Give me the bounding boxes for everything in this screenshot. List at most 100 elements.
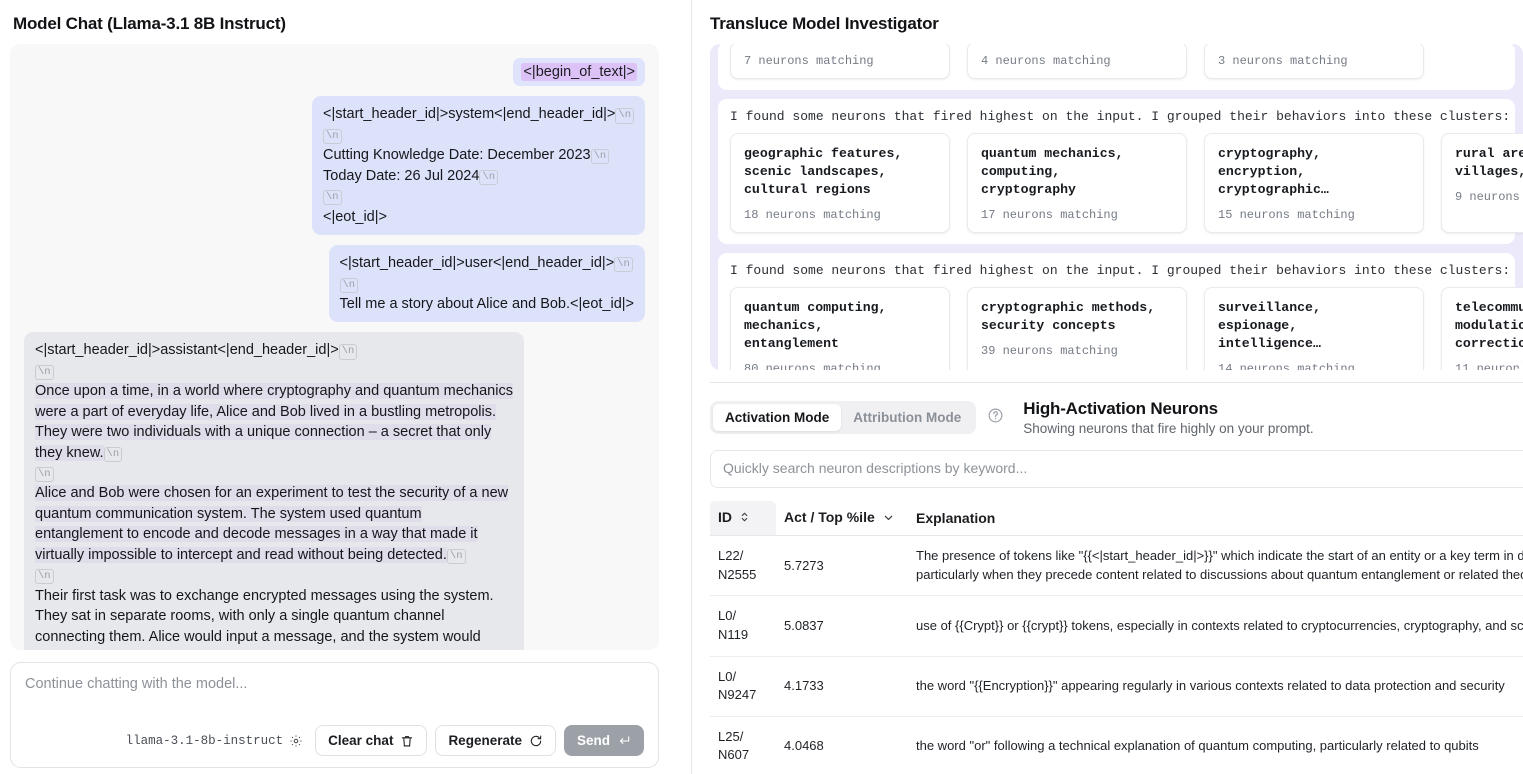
cluster-card-title: surveillance, espionage, intelligence… bbox=[1218, 299, 1321, 351]
trash-icon bbox=[400, 734, 414, 748]
cluster-card-title: rural areas, towns, villages, countrysid… bbox=[1455, 146, 1523, 179]
model-selector[interactable]: llama-3.1-8b-instruct bbox=[126, 734, 304, 748]
cluster-card-count: 7 neurons matching bbox=[744, 54, 874, 68]
cell-explanation: the word "or" following a technical expl… bbox=[908, 716, 1523, 774]
system-message-bubble: <|start_header_id|>system<|end_header_id… bbox=[312, 96, 645, 236]
cell-id: L0/ N9247 bbox=[710, 656, 776, 717]
send-label: Send bbox=[576, 733, 610, 748]
cluster-group-intro: I found some neurons that fired highest … bbox=[730, 109, 1511, 124]
composer-toolbar: llama-3.1-8b-instruct Clear chat Regener… bbox=[25, 725, 644, 756]
cluster-card-count: 11 neurons matching bbox=[1455, 361, 1523, 370]
table-row[interactable]: L0/ N9247 4.1733 the word "{{Encryption}… bbox=[710, 656, 1523, 717]
chevron-down-icon[interactable] bbox=[883, 510, 894, 526]
cluster-card[interactable]: rural areas, towns, villages, countrysid… bbox=[1441, 133, 1523, 233]
clear-chat-button[interactable]: Clear chat bbox=[315, 725, 428, 756]
column-header-id[interactable]: ID bbox=[710, 501, 776, 537]
chat-message-list[interactable]: <|begin_of_text|> <|start_header_id|>sys… bbox=[10, 44, 659, 650]
cell-id: L0/ N119 bbox=[710, 595, 776, 657]
chat-composer: llama-3.1-8b-instruct Clear chat bbox=[10, 662, 659, 768]
regenerate-button[interactable]: Regenerate bbox=[435, 725, 556, 756]
cluster-group: I found some neurons that fired highest … bbox=[718, 99, 1523, 244]
cluster-card-list: 7 neurons matching 4 neurons matching 3 … bbox=[730, 44, 1505, 79]
newline-glyph: \n bbox=[446, 548, 466, 564]
newline-glyph: \n bbox=[35, 467, 54, 483]
cluster-card[interactable]: 4 neurons matching bbox=[967, 44, 1187, 79]
newline-glyph: \n bbox=[339, 277, 359, 293]
gear-icon[interactable] bbox=[289, 734, 303, 748]
system-eot-text: <|eot_id|> bbox=[323, 208, 387, 225]
neuron-table-scroll[interactable]: ID Act / Top %ile Explanation L22/ N2555… bbox=[710, 501, 1523, 774]
cluster-card[interactable]: surveillance, espionage, intelligence… 1… bbox=[1204, 286, 1424, 370]
newline-glyph: \n bbox=[35, 569, 54, 585]
clear-chat-label: Clear chat bbox=[328, 733, 394, 748]
user-header-text: <|start_header_id|>user<|end_header_id|> bbox=[339, 255, 615, 272]
cluster-results-scroll[interactable]: 7 neurons matching 4 neurons matching 3 … bbox=[710, 44, 1523, 370]
section-subtitle: Showing neurons that fire highly on your… bbox=[1023, 421, 1314, 436]
cell-explanation: use of {{Crypt}} or {{crypt}} tokens, es… bbox=[908, 595, 1523, 657]
cluster-card-list: geographic features, scenic landscapes, … bbox=[730, 133, 1523, 233]
message-row-system: <|start_header_id|>system<|end_header_id… bbox=[24, 96, 645, 236]
cluster-card-list: quantum computing, mechanics, entangleme… bbox=[730, 286, 1523, 370]
column-label-id: ID bbox=[718, 509, 732, 525]
assistant-message-bubble: <|start_header_id|>assistant<|end_header… bbox=[24, 332, 524, 650]
cluster-card[interactable]: cryptographic methods, security concepts… bbox=[967, 286, 1187, 370]
assistant-paragraph-3: Their first task was to exchange encrypt… bbox=[35, 587, 494, 650]
page-title: Model Chat (Llama-3.1 8B Instruct) bbox=[13, 14, 286, 33]
cluster-group-intro: I found some neurons that fired highest … bbox=[730, 262, 1511, 278]
neuron-search-box[interactable] bbox=[710, 450, 1523, 488]
cluster-card[interactable]: 7 neurons matching bbox=[730, 44, 950, 79]
table-head: ID Act / Top %ile Explanation bbox=[710, 501, 1523, 537]
column-label-act: Act / Top %ile bbox=[784, 509, 875, 525]
tab-activation-mode[interactable]: Activation Mode bbox=[713, 404, 842, 431]
cluster-card[interactable]: quantum mechanics, computing, cryptograp… bbox=[967, 133, 1187, 233]
cell-act: 5.7273 bbox=[776, 535, 908, 597]
column-header-explanation[interactable]: Explanation bbox=[908, 501, 1523, 537]
model-name-label: llama-3.1-8b-instruct bbox=[125, 733, 284, 748]
table-row[interactable]: L0/ N119 5.0837 use of {{Crypt}} or {{cr… bbox=[710, 595, 1523, 657]
cluster-card[interactable]: quantum computing, mechanics, entangleme… bbox=[730, 286, 950, 370]
model-investigator-pane: Transluce Model Investigator 7 neurons m… bbox=[692, 0, 1523, 774]
cluster-card[interactable]: telecommunications, modulation, error co… bbox=[1441, 286, 1523, 370]
neuron-table: ID Act / Top %ile Explanation L22/ N2555… bbox=[710, 501, 1523, 774]
search-input[interactable] bbox=[723, 460, 1523, 476]
user-message-bubble: <|start_header_id|>user<|end_header_id|>… bbox=[328, 245, 645, 323]
cell-act: 5.0837 bbox=[776, 595, 908, 657]
table-row[interactable]: L25/ N607 4.0468 the word "or" following… bbox=[710, 716, 1523, 774]
cluster-card[interactable]: 3 neurons matching bbox=[1204, 44, 1424, 79]
investigator-title: Transluce Model Investigator bbox=[710, 14, 939, 33]
cluster-card-title: cryptography, encryption, cryptographic… bbox=[1218, 146, 1329, 197]
cluster-card-count: 9 neurons matching bbox=[1455, 189, 1523, 204]
chat-input[interactable] bbox=[25, 676, 644, 692]
question-circle-icon[interactable] bbox=[987, 407, 1004, 429]
cell-act: 4.1733 bbox=[776, 656, 908, 717]
newline-glyph: \n bbox=[614, 257, 633, 273]
newline-glyph: \n bbox=[590, 149, 610, 165]
column-header-act[interactable]: Act / Top %ile bbox=[776, 501, 908, 537]
message-row-assistant: <|start_header_id|>assistant<|end_header… bbox=[24, 332, 645, 650]
cluster-card-count: 14 neurons matching bbox=[1218, 361, 1355, 370]
cluster-card-count: 17 neurons matching bbox=[981, 207, 1118, 222]
message-row-bos: <|begin_of_text|> bbox=[24, 58, 645, 87]
cluster-card-title: quantum computing, mechanics, entangleme… bbox=[744, 299, 887, 351]
system-header-text: <|start_header_id|>system<|end_header_id… bbox=[323, 106, 616, 123]
cluster-card[interactable]: cryptography, encryption, cryptographic…… bbox=[1204, 133, 1424, 233]
cluster-card-title: quantum mechanics, computing, cryptograp… bbox=[981, 146, 1124, 197]
section-heading: High-Activation Neurons Showing neurons … bbox=[1023, 399, 1313, 436]
table-body: L22/ N2555 5.7273 The presence of tokens… bbox=[710, 535, 1523, 774]
send-button[interactable]: Send bbox=[563, 725, 644, 756]
cell-explanation: the word "{{Encryption}}" appearing regu… bbox=[908, 656, 1523, 717]
neurons-panel: Activation Mode Attribution Mode High-Ac… bbox=[710, 382, 1523, 774]
sort-updown-icon[interactable] bbox=[740, 510, 749, 526]
bos-token-bubble: <|begin_of_text|> bbox=[513, 58, 645, 87]
message-row-user: <|start_header_id|>user<|end_header_id|>… bbox=[24, 245, 645, 323]
model-chat-pane: Model Chat (Llama-3.1 8B Instruct) <|beg… bbox=[0, 0, 692, 774]
table-row[interactable]: L22/ N2555 5.7273 The presence of tokens… bbox=[710, 535, 1523, 597]
enter-return-icon bbox=[617, 734, 631, 748]
newline-glyph: \n bbox=[323, 128, 342, 144]
cluster-card[interactable]: geographic features, scenic landscapes, … bbox=[730, 133, 950, 233]
cluster-card-count: 80 neurons matching bbox=[744, 361, 881, 370]
cluster-group: I found some neurons that fired highest … bbox=[718, 252, 1523, 370]
regenerate-label: Regenerate bbox=[448, 733, 522, 748]
tab-attribution-mode[interactable]: Attribution Mode bbox=[841, 404, 973, 431]
cell-id: L25/ N607 bbox=[710, 716, 776, 774]
